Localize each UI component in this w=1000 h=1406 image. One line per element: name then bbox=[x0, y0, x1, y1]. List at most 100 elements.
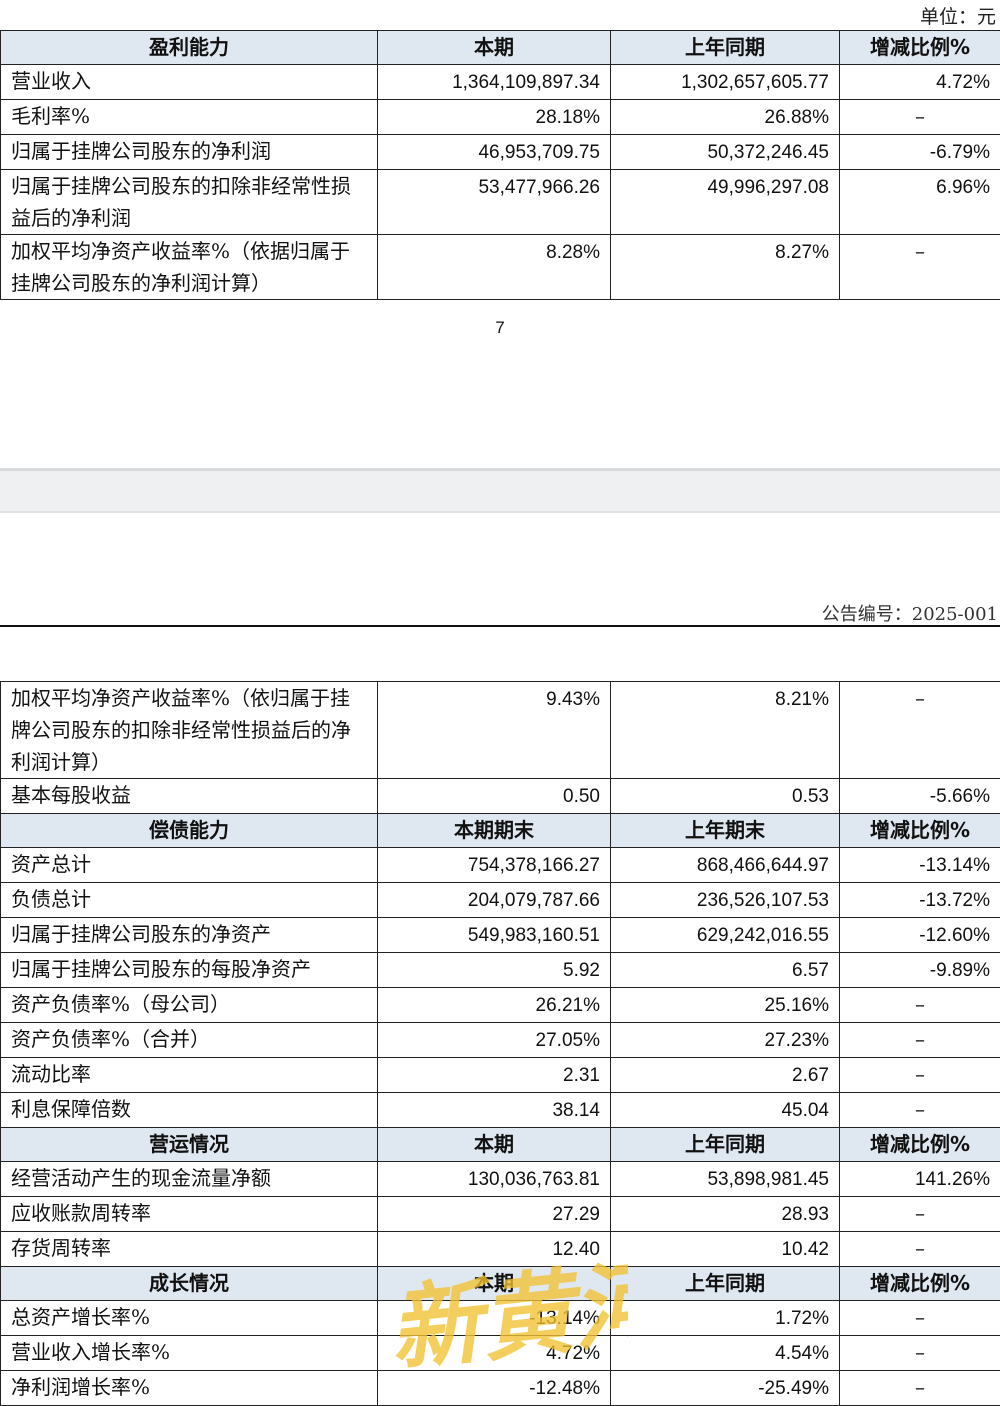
row-label: 归属于挂牌公司股东的净利润 bbox=[1, 135, 378, 170]
table-row: 总资产增长率%-13.14%1.72%– bbox=[1, 1301, 1000, 1336]
header-current: 本期期末 bbox=[378, 814, 611, 848]
row-label: 营业收入增长率% bbox=[1, 1336, 378, 1371]
current-value: 9.43% bbox=[378, 682, 611, 779]
change-value: – bbox=[840, 1301, 1000, 1336]
change-value: 4.72% bbox=[840, 65, 1000, 100]
row-label: 毛利率% bbox=[1, 100, 378, 135]
current-value: 27.29 bbox=[378, 1197, 611, 1232]
current-value: 12.40 bbox=[378, 1232, 611, 1267]
header-previous: 上年同期 bbox=[611, 1267, 840, 1301]
header-change: 增减比例% bbox=[840, 1128, 1000, 1162]
change-value: – bbox=[840, 100, 1000, 135]
previous-value: 629,242,016.55 bbox=[611, 918, 840, 953]
table-header-row: 偿债能力本期期末上年期末增减比例% bbox=[1, 814, 1000, 848]
previous-value: 50,372,246.45 bbox=[611, 135, 840, 170]
previous-value: -25.49% bbox=[611, 1371, 840, 1406]
change-value: – bbox=[840, 1232, 1000, 1267]
header-category: 成长情况 bbox=[1, 1267, 378, 1301]
current-value: 4.72% bbox=[378, 1336, 611, 1371]
table-row: 归属于挂牌公司股东的净利润46,953,709.7550,372,246.45-… bbox=[1, 135, 1000, 170]
previous-value: 25.16% bbox=[611, 988, 840, 1023]
row-label: 流动比率 bbox=[1, 1058, 378, 1093]
row-label: 存货周转率 bbox=[1, 1232, 378, 1267]
table-row: 归属于挂牌公司股东的净资产549,983,160.51629,242,016.5… bbox=[1, 918, 1000, 953]
row-label: 利息保障倍数 bbox=[1, 1093, 378, 1128]
table-row: 资产总计754,378,166.27868,466,644.97-13.14% bbox=[1, 848, 1000, 883]
current-value: 1,364,109,897.34 bbox=[378, 65, 611, 100]
current-value: 754,378,166.27 bbox=[378, 848, 611, 883]
current-value: -13.14% bbox=[378, 1301, 611, 1336]
table-row: 经营活动产生的现金流量净额130,036,763.8153,898,981.45… bbox=[1, 1162, 1000, 1197]
change-value: 6.96% bbox=[840, 170, 1000, 235]
table-row: 资产负债率%（合并）27.05%27.23%– bbox=[1, 1023, 1000, 1058]
previous-value: 1,302,657,605.77 bbox=[611, 65, 840, 100]
current-value: 38.14 bbox=[378, 1093, 611, 1128]
table-row: 加权平均净资产收益率%（依据归属于挂牌公司股东的净利润计算）8.28%8.27%… bbox=[1, 235, 1000, 300]
current-value: 2.31 bbox=[378, 1058, 611, 1093]
header-previous: 上年期末 bbox=[611, 814, 840, 848]
previous-value: 8.21% bbox=[611, 682, 840, 779]
table-row: 归属于挂牌公司股东的扣除非经常性损益后的净利润53,477,966.2649,9… bbox=[1, 170, 1000, 235]
row-label: 归属于挂牌公司股东的净资产 bbox=[1, 918, 378, 953]
previous-value: 28.93 bbox=[611, 1197, 840, 1232]
row-label: 加权平均净资产收益率%（依归属于挂牌公司股东的扣除非经常性损益后的净利润计算） bbox=[1, 682, 378, 779]
previous-value: 236,526,107.53 bbox=[611, 883, 840, 918]
header-rule bbox=[0, 625, 1000, 627]
table-row: 资产负债率%（母公司）26.21%25.16%– bbox=[1, 988, 1000, 1023]
row-label: 归属于挂牌公司股东的扣除非经常性损益后的净利润 bbox=[1, 170, 378, 235]
previous-value: 4.54% bbox=[611, 1336, 840, 1371]
change-value: – bbox=[840, 988, 1000, 1023]
change-value: -5.66% bbox=[840, 779, 1000, 814]
header-category: 营运情况 bbox=[1, 1128, 378, 1162]
change-value: -13.72% bbox=[840, 883, 1000, 918]
page-number: 7 bbox=[0, 318, 1000, 338]
page-break bbox=[0, 468, 1000, 513]
table-row: 存货周转率12.4010.42– bbox=[1, 1232, 1000, 1267]
previous-value: 53,898,981.45 bbox=[611, 1162, 840, 1197]
header-category: 盈利能力 bbox=[1, 31, 378, 65]
announcement-number: 公告编号：2025-001 bbox=[822, 600, 998, 626]
financial-indicators-table: 加权平均净资产收益率%（依归属于挂牌公司股东的扣除非经常性损益后的净利润计算）9… bbox=[0, 681, 1000, 1406]
header-change: 增减比例% bbox=[840, 814, 1000, 848]
row-label: 净利润增长率% bbox=[1, 1371, 378, 1406]
change-value: – bbox=[840, 1336, 1000, 1371]
change-value: – bbox=[840, 1023, 1000, 1058]
table-row: 营业收入1,364,109,897.341,302,657,605.774.72… bbox=[1, 65, 1000, 100]
previous-value: 26.88% bbox=[611, 100, 840, 135]
table-row: 流动比率2.312.67– bbox=[1, 1058, 1000, 1093]
header-previous: 上年同期 bbox=[611, 1128, 840, 1162]
row-label: 基本每股收益 bbox=[1, 779, 378, 814]
header-current: 本期 bbox=[378, 31, 611, 65]
row-label: 归属于挂牌公司股东的每股净资产 bbox=[1, 953, 378, 988]
row-label: 资产负债率%（合并） bbox=[1, 1023, 378, 1058]
current-value: 5.92 bbox=[378, 953, 611, 988]
current-value: 130,036,763.81 bbox=[378, 1162, 611, 1197]
header-category: 偿债能力 bbox=[1, 814, 378, 848]
change-value: – bbox=[840, 682, 1000, 779]
change-value: – bbox=[840, 1093, 1000, 1128]
table-row: 加权平均净资产收益率%（依归属于挂牌公司股东的扣除非经常性损益后的净利润计算）9… bbox=[1, 682, 1000, 779]
previous-value: 2.67 bbox=[611, 1058, 840, 1093]
current-value: 27.05% bbox=[378, 1023, 611, 1058]
table-header-row: 成长情况本期上年同期增减比例% bbox=[1, 1267, 1000, 1301]
header-current: 本期 bbox=[378, 1128, 611, 1162]
row-label: 负债总计 bbox=[1, 883, 378, 918]
current-value: 46,953,709.75 bbox=[378, 135, 611, 170]
change-value: -6.79% bbox=[840, 135, 1000, 170]
row-label: 加权平均净资产收益率%（依据归属于挂牌公司股东的净利润计算） bbox=[1, 235, 378, 300]
previous-value: 8.27% bbox=[611, 235, 840, 300]
current-value: 549,983,160.51 bbox=[378, 918, 611, 953]
row-label: 营业收入 bbox=[1, 65, 378, 100]
previous-value: 45.04 bbox=[611, 1093, 840, 1128]
current-value: 26.21% bbox=[378, 988, 611, 1023]
change-value: -13.14% bbox=[840, 848, 1000, 883]
previous-value: 868,466,644.97 bbox=[611, 848, 840, 883]
row-label: 资产负债率%（母公司） bbox=[1, 988, 378, 1023]
profitability-table: 盈利能力本期上年同期增减比例%营业收入1,364,109,897.341,302… bbox=[0, 30, 1000, 300]
change-value: – bbox=[840, 1371, 1000, 1406]
previous-value: 49,996,297.08 bbox=[611, 170, 840, 235]
table-row: 应收账款周转率27.2928.93– bbox=[1, 1197, 1000, 1232]
header-change: 增减比例% bbox=[840, 1267, 1000, 1301]
previous-value: 10.42 bbox=[611, 1232, 840, 1267]
current-value: 204,079,787.66 bbox=[378, 883, 611, 918]
